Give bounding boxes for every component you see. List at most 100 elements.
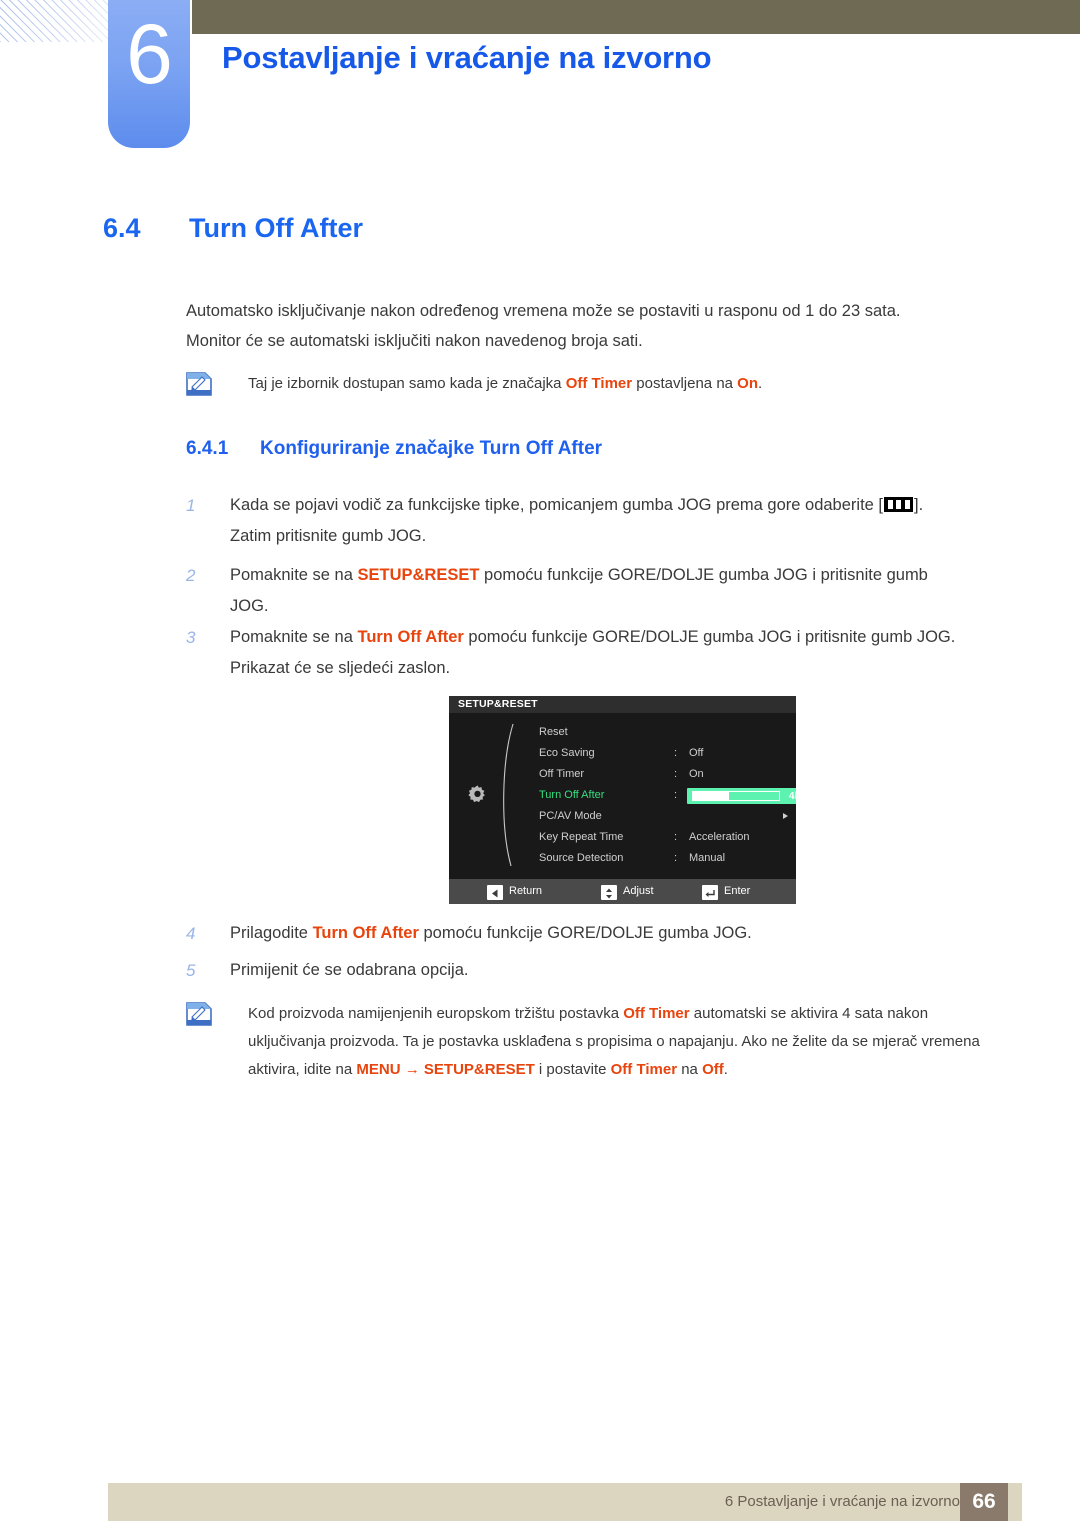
step2-line2: JOG. xyxy=(230,597,269,615)
osd-colon: : xyxy=(674,852,678,864)
step-item: 2 Pomaknite se na SETUP&RESET pomoću fun… xyxy=(186,560,998,622)
note-block-bottom: Kod proizvoda namijenjenih europskom trž… xyxy=(186,1000,998,1084)
note-top-t2: postavljena na xyxy=(632,375,738,392)
step3-t2: pomoću funkcije GORE/DOLJE gumba JOG i p… xyxy=(463,628,956,646)
osd-arc-decoration xyxy=(497,722,519,868)
return-arrow-icon xyxy=(487,885,503,900)
note-pencil-icon xyxy=(186,1002,212,1026)
note-top-t1: Taj je izbornik dostupan samo kada je zn… xyxy=(248,375,566,392)
osd-label: PC/AV Mode xyxy=(539,810,602,822)
intro-line-1: Automatsko isključivanje nakon određenog… xyxy=(186,302,901,320)
step-text: Prilagodite Turn Off After pomoću funkci… xyxy=(230,918,998,949)
osd-footer-label: Enter xyxy=(724,885,751,897)
step-number: 5 xyxy=(186,961,196,980)
note-bottom-kw4: Off Timer xyxy=(610,1061,678,1078)
note-bottom-kw2: MENU xyxy=(356,1061,401,1078)
step3-t1: Pomaknite se na xyxy=(230,628,358,646)
section-title: Turn Off After xyxy=(189,213,363,243)
note-bottom-t4: i postavite xyxy=(534,1061,611,1078)
chapter-number-tab: 6 xyxy=(108,0,190,148)
osd-row-turn-off-after[interactable]: Turn Off After : 4h xyxy=(539,785,796,806)
note-bottom-t6: . xyxy=(723,1061,728,1078)
chevron-right-icon xyxy=(783,813,788,819)
osd-label: Reset xyxy=(539,726,568,738)
osd-colon: : xyxy=(674,747,678,759)
step-number: 1 xyxy=(186,496,196,515)
note-block-top: Taj je izbornik dostupan samo kada je zn… xyxy=(186,370,998,398)
page-footer: 6 Postavljanje i vraćanje na izvorno 66 xyxy=(108,1483,1022,1521)
osd-label: Source Detection xyxy=(539,852,624,864)
header-olive-bar xyxy=(192,0,1080,34)
note-bottom-arrow: → xyxy=(400,1061,424,1078)
step2-kw1: SETUP&RESET xyxy=(357,566,480,584)
subsection-heading: 6.4.1 Konfiguriranje značajke Turn Off Af… xyxy=(186,438,986,460)
step-item: 1 Kada se pojavi vodič za funkcijske tip… xyxy=(186,490,998,552)
note-bottom-kw3: SETUP&RESET xyxy=(423,1061,535,1078)
turn-off-after-slider[interactable]: 4h xyxy=(687,787,796,804)
step-item: 5 Primijenit će se odabrana opcija. xyxy=(186,955,998,986)
osd-row-eco-saving[interactable]: Eco Saving : Off xyxy=(539,743,789,764)
note-top-t3: . xyxy=(758,375,763,392)
step1-t2: ]. xyxy=(914,496,924,514)
note-bottom-kw1: Off Timer xyxy=(623,1005,690,1022)
step3-kw1: Turn Off After xyxy=(357,628,464,646)
osd-footer-bar: Return Adjust Enter xyxy=(449,879,796,904)
osd-label: Eco Saving xyxy=(539,747,595,759)
step1-line2: Zatim pritisnite gumb JOG. xyxy=(230,527,427,545)
step4-kw1: Turn Off After xyxy=(312,924,419,942)
note-bottom-t5: na xyxy=(677,1061,703,1078)
footer-chapter-text: 6 Postavljanje i vraćanje na izvorno xyxy=(724,1493,960,1510)
step-number: 4 xyxy=(186,924,196,943)
osd-title: SETUP&RESET xyxy=(449,696,796,713)
osd-colon: : xyxy=(674,789,678,801)
note-top-text: Taj je izbornik dostupan samo kada je zn… xyxy=(248,370,998,398)
osd-footer-enter[interactable]: Enter xyxy=(702,879,750,904)
osd-footer-label: Adjust xyxy=(623,885,654,897)
osd-row-pc-av-mode[interactable]: PC/AV Mode xyxy=(539,806,789,827)
note-bottom-kw5: Off xyxy=(702,1061,724,1078)
note-top-kw1: Off Timer xyxy=(565,375,633,392)
step-text: Pomaknite se na SETUP&RESET pomoću funkc… xyxy=(230,560,998,591)
note-bottom-t1: Kod proizvoda namijenjenih europskom trž… xyxy=(248,1005,624,1022)
osd-footer-adjust[interactable]: Adjust xyxy=(601,879,654,904)
osd-label: Turn Off After xyxy=(539,789,605,801)
osd-menu-list: Reset Eco Saving : Off Off Timer : On Tu… xyxy=(539,722,796,869)
step-number: 3 xyxy=(186,628,196,647)
osd-value: Off xyxy=(689,747,704,759)
osd-colon: : xyxy=(674,768,678,780)
note-bottom-text: Kod proizvoda namijenjenih europskom trž… xyxy=(248,1000,998,1084)
step2-t2: pomoću funkcije GORE/DOLJE gumba JOG i p… xyxy=(479,566,928,584)
chapter-number: 6 xyxy=(126,7,173,101)
osd-value: Manual xyxy=(689,852,726,864)
osd-label: Key Repeat Time xyxy=(539,831,624,843)
osd-row-source-detection[interactable]: Source Detection : Manual xyxy=(539,848,789,869)
osd-value: On xyxy=(689,768,704,780)
step3-line2: Prikazat će se sljedeći zaslon. xyxy=(230,659,451,677)
step2-t1: Pomaknite se na xyxy=(230,566,358,584)
page-header: 6 Postavljanje i vraćanje na izvorno xyxy=(0,0,1080,160)
step4-t2: pomoću funkcije GORE/DOLJE gumba JOG. xyxy=(418,924,752,942)
osd-row-key-repeat-time[interactable]: Key Repeat Time : Acceleration xyxy=(539,827,789,848)
step-item: 4 Prilagodite Turn Off After pomoću funk… xyxy=(186,918,998,949)
chapter-title: Postavljanje i vraćanje na izvorno xyxy=(222,40,712,75)
osd-label: Off Timer xyxy=(539,768,585,780)
updown-arrow-icon xyxy=(601,885,617,900)
subsection-number: 6.4.1 xyxy=(186,438,229,459)
step-text: Pomaknite se na Turn Off After pomoću fu… xyxy=(230,622,998,653)
osd-footer-label: Return xyxy=(509,885,543,897)
step5-text: Primijenit će se odabrana opcija. xyxy=(230,961,469,979)
osd-value: Acceleration xyxy=(689,831,750,843)
osd-colon: : xyxy=(674,831,678,843)
intro-paragraph: Automatsko isključivanje nakon određenog… xyxy=(186,296,998,356)
osd-row-off-timer[interactable]: Off Timer : On xyxy=(539,764,789,785)
osd-row-reset[interactable]: Reset xyxy=(539,722,789,743)
note-pencil-icon xyxy=(186,372,212,396)
menu-icon xyxy=(884,497,913,512)
subsection-title: Konfiguriranje značajke Turn Off After xyxy=(260,438,603,459)
step-item: 3 Pomaknite se na Turn Off After pomoću … xyxy=(186,622,998,684)
step4-t1: Prilagodite xyxy=(230,924,313,942)
step-text: Kada se pojavi vodič za funkcijske tipke… xyxy=(230,490,998,521)
step1-t1: Kada se pojavi vodič za funkcijske tipke… xyxy=(230,496,883,514)
gear-icon xyxy=(467,784,488,805)
osd-footer-return[interactable]: Return xyxy=(487,879,542,904)
